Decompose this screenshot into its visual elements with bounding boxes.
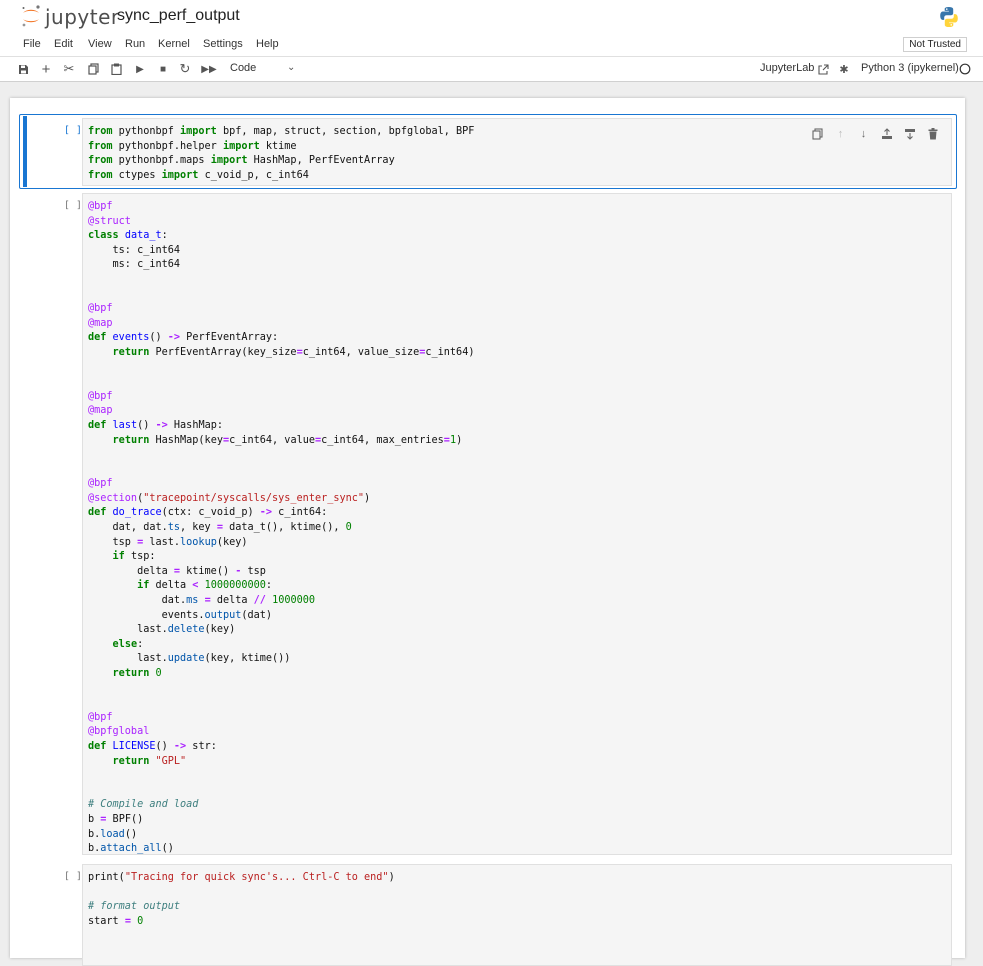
insert-above-button[interactable]: [878, 126, 895, 142]
delete-cell-button[interactable]: [924, 126, 941, 142]
jupyter-brand: jupyter: [45, 5, 120, 29]
save-icon: [18, 64, 28, 74]
insert-below-icon: [904, 129, 915, 140]
move-down-button[interactable]: ↓: [855, 126, 872, 142]
refresh-icon: ↻: [179, 61, 191, 76]
cell-toolbar: ↑ ↓: [809, 126, 941, 142]
kernel-name[interactable]: Python 3 (ipykernel): [861, 62, 959, 74]
top-bar: jupyter sync_perf_output: [0, 0, 983, 35]
active-cell-indicator: [23, 116, 27, 187]
menu-view[interactable]: View: [88, 38, 112, 50]
paste-icon: [110, 63, 122, 75]
cell-code-3: print("Tracing for quick sync's... Ctrl-…: [88, 872, 395, 927]
insert-below-button[interactable]: [901, 126, 918, 142]
arrow-down-icon: ↓: [860, 128, 867, 140]
code-cell-2[interactable]: [ ]: @bpf @struct class data_t: ts: c_in…: [20, 193, 956, 855]
play-icon: ▶: [136, 63, 144, 75]
menu-run[interactable]: Run: [125, 38, 145, 50]
copy-button[interactable]: [85, 61, 101, 77]
arrow-up-icon: ↑: [837, 128, 844, 140]
trust-indicator[interactable]: Not Trusted: [903, 37, 967, 52]
add-cell-button[interactable]: +: [38, 60, 54, 78]
fast-forward-icon: ▶▶: [201, 63, 217, 75]
open-jupyterlab-link[interactable]: JupyterLab: [760, 62, 814, 74]
restart-button[interactable]: ↻: [177, 61, 193, 77]
stop-icon: ■: [159, 63, 167, 75]
duplicate-cell-button[interactable]: [809, 126, 826, 142]
scissors-icon: ✂: [63, 61, 75, 76]
interrupt-button[interactable]: ■: [155, 61, 171, 77]
code-cell-3[interactable]: [ ]: print("Tracing for quick sync's... …: [20, 864, 956, 966]
menu-file[interactable]: File: [23, 38, 41, 50]
run-button[interactable]: ▶: [132, 61, 148, 77]
notebook-panel: [ ]: from pythonbpf import bpf, map, str…: [10, 98, 965, 966]
move-up-button[interactable]: ↑: [832, 126, 849, 142]
menu-help[interactable]: Help: [256, 38, 279, 50]
jupyter-logo-icon[interactable]: [20, 4, 42, 28]
copy-icon: [87, 63, 99, 75]
python-logo-icon: [940, 7, 958, 27]
paste-button[interactable]: [108, 61, 124, 77]
save-button[interactable]: [15, 61, 31, 77]
menu-settings[interactable]: Settings: [203, 38, 243, 50]
plus-icon: +: [41, 60, 51, 78]
chevron-down-icon[interactable]: ⌄: [287, 62, 295, 73]
menu-bar: File Edit View Run Kernel Settings Help …: [0, 34, 983, 57]
cell-editor[interactable]: print("Tracing for quick sync's... Ctrl-…: [82, 864, 952, 966]
cell-editor[interactable]: from pythonbpf import bpf, map, struct, …: [82, 118, 952, 186]
code-cell-1[interactable]: [ ]: from pythonbpf import bpf, map, str…: [19, 114, 957, 189]
kernel-status-icon: [957, 61, 973, 77]
cell-editor[interactable]: @bpf @struct class data_t: ts: c_int64 m…: [82, 193, 952, 855]
notebook-title[interactable]: sync_perf_output: [117, 7, 240, 25]
external-link-icon[interactable]: [815, 61, 831, 77]
insert-above-icon: [881, 128, 892, 139]
restart-run-all-button[interactable]: ▶▶: [201, 61, 217, 77]
cut-button[interactable]: ✂: [61, 61, 77, 77]
duplicate-icon: [812, 128, 823, 140]
trash-icon: [928, 128, 937, 140]
cell-type-select[interactable]: Code: [230, 62, 256, 74]
menu-kernel[interactable]: Kernel: [158, 38, 190, 50]
notebook-toolbar: + ✂ ▶ ■ ↻ ▶▶ Code ⌄ JupyterLab ✱ Python …: [0, 57, 983, 82]
menu-edit[interactable]: Edit: [54, 38, 73, 50]
cell-code-2: @bpf @struct class data_t: ts: c_int64 m…: [88, 201, 475, 855]
debugger-bug-icon[interactable]: ✱: [836, 61, 852, 77]
